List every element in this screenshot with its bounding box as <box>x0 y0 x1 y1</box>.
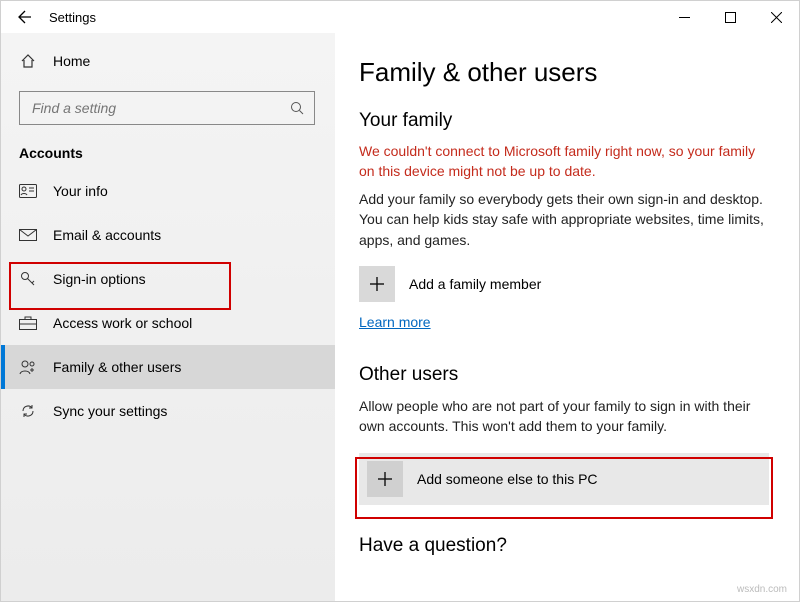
settings-window: Settings Home <box>0 0 800 602</box>
add-family-member-row[interactable]: Add a family member <box>359 266 769 302</box>
sync-icon <box>19 403 37 419</box>
sidebar-item-access-work-school[interactable]: Access work or school <box>1 301 335 345</box>
sidebar-item-sync-settings[interactable]: Sync your settings <box>1 389 335 433</box>
maximize-icon <box>725 12 736 23</box>
page-title: Family & other users <box>359 57 769 88</box>
minimize-icon <box>679 12 690 23</box>
sidebar-item-label: Access work or school <box>53 315 192 331</box>
close-icon <box>771 12 782 23</box>
sidebar-item-label: Sign-in options <box>53 271 146 287</box>
minimize-button[interactable] <box>661 1 707 33</box>
maximize-button[interactable] <box>707 1 753 33</box>
sidebar-section-title: Accounts <box>1 139 335 169</box>
sidebar-item-family-other-users[interactable]: Family & other users <box>1 345 335 389</box>
people-icon <box>19 359 37 375</box>
add-other-user-label: Add someone else to this PC <box>417 471 598 487</box>
other-users-section-title: Other users <box>359 364 769 386</box>
mail-icon <box>19 229 37 241</box>
other-users-description: Allow people who are not part of your fa… <box>359 396 769 437</box>
arrow-left-icon <box>17 9 33 25</box>
sidebar-item-your-info[interactable]: Your info <box>1 169 335 213</box>
sidebar: Home Accounts Your info <box>1 33 335 601</box>
question-section-title: Have a question? <box>359 535 769 557</box>
learn-more-link[interactable]: Learn more <box>359 314 431 330</box>
close-button[interactable] <box>753 1 799 33</box>
family-error-text: We couldn't connect to Microsoft family … <box>359 142 769 181</box>
watermark: wsxdn.com <box>737 584 787 595</box>
sidebar-item-email-accounts[interactable]: Email & accounts <box>1 213 335 257</box>
add-family-member-label: Add a family member <box>409 276 541 292</box>
search-box[interactable] <box>19 91 315 125</box>
sidebar-item-label: Sync your settings <box>53 403 167 419</box>
home-icon <box>19 53 37 69</box>
sidebar-item-label: Family & other users <box>53 359 181 375</box>
window-title: Settings <box>49 10 96 25</box>
key-icon <box>19 270 37 288</box>
add-other-user-row[interactable]: Add someone else to this PC <box>359 453 769 505</box>
plus-icon <box>367 461 403 497</box>
plus-icon <box>359 266 395 302</box>
sidebar-nav-list: Your info Email & accounts Sign-in optio… <box>1 169 335 433</box>
home-label: Home <box>53 53 90 69</box>
titlebar: Settings <box>1 1 799 33</box>
back-button[interactable] <box>11 9 39 25</box>
window-controls <box>661 1 799 33</box>
person-card-icon <box>19 184 37 198</box>
sidebar-item-signin-options[interactable]: Sign-in options <box>1 257 335 301</box>
search-input[interactable] <box>30 99 290 117</box>
sidebar-item-label: Your info <box>53 183 108 199</box>
content-pane: Family & other users Your family We coul… <box>335 33 799 601</box>
search-icon <box>290 101 304 115</box>
family-section-title: Your family <box>359 110 769 132</box>
sidebar-item-label: Email & accounts <box>53 227 161 243</box>
briefcase-icon <box>19 316 37 330</box>
family-description: Add your family so everybody gets their … <box>359 189 769 250</box>
home-nav[interactable]: Home <box>1 41 335 81</box>
